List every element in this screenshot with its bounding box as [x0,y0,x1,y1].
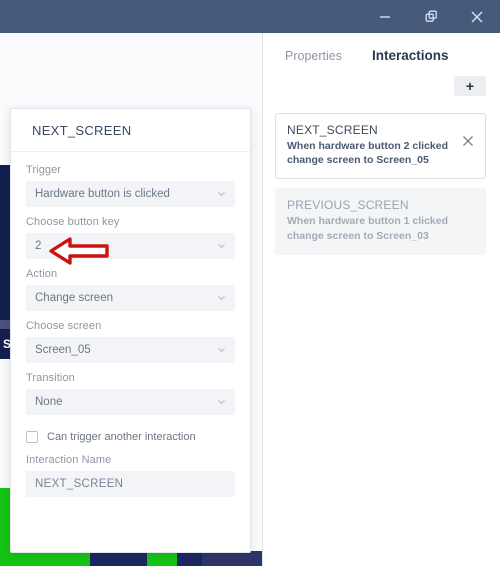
trigger-select[interactable]: Hardware button is clicked [26,181,235,207]
strip-block [202,551,262,566]
interaction-card-title: NEXT_SCREEN [287,123,378,137]
strip-block [147,551,177,566]
transition-select[interactable]: None [26,389,235,415]
chevron-down-icon [216,397,227,408]
interaction-editor-dialog: NEXT_SCREEN Trigger Hardware button is c… [10,108,251,553]
interaction-list: NEXT_SCREEN When hardware button 2 click… [263,96,500,255]
trigger-value: Hardware button is clicked [35,188,170,200]
panel-tabs: Properties Interactions [263,33,500,78]
dialog-body: Trigger Hardware button is clicked Choos… [11,152,250,497]
field-button-key: Choose button key 2 [26,216,235,259]
interaction-name-label: Interaction Name [26,454,112,466]
interaction-card-line2: change screen to Screen_03 [287,229,429,242]
button-key-select[interactable]: 2 [26,233,235,259]
action-select[interactable]: Change screen [26,285,235,311]
add-interaction-row: + [263,76,500,96]
close-icon [469,9,485,25]
tab-interactions[interactable]: Interactions [372,48,449,63]
choose-screen-value: Screen_05 [35,344,91,356]
right-panel: Properties Interactions + NEXT_SCREEN Wh… [263,33,500,566]
device-bottom-strip [0,551,262,566]
interaction-name-input[interactable]: NEXT_SCREEN [26,471,235,497]
chevron-down-icon [216,345,227,356]
field-interaction-name: Interaction Name NEXT_SCREEN [26,454,235,497]
close-button[interactable] [454,0,500,33]
restore-button[interactable] [408,0,454,33]
interaction-card-next-screen[interactable]: NEXT_SCREEN When hardware button 2 click… [275,113,486,180]
add-interaction-button[interactable]: + [454,76,486,96]
can-trigger-label: Can trigger another interaction [47,431,196,443]
interaction-card-line1: When hardware button 2 clicked [287,140,449,152]
interaction-card-title: PREVIOUS_SCREEN [287,198,409,213]
interaction-card-previous-screen[interactable]: PREVIOUS_SCREEN When hardware button 1 c… [275,188,486,255]
interaction-card-line1: When hardware button 1 clicked [287,215,449,228]
delete-interaction-button[interactable] [461,134,475,148]
transition-label: Transition [26,372,75,384]
strip-block [90,551,147,566]
dialog-title: NEXT_SCREEN [32,122,132,138]
tab-properties[interactable]: Properties [285,49,342,63]
restore-icon [424,9,439,24]
field-action: Action Change screen [26,268,235,311]
minimize-button[interactable] [362,0,408,33]
strip-block [0,551,90,566]
button-key-value: 2 [35,240,42,252]
dialog-header: NEXT_SCREEN [11,109,250,152]
chevron-down-icon [216,189,227,200]
app-window: S Properties Interactions + NEXT_SCREEN … [0,0,500,566]
field-choose-screen: Choose screen Screen_05 [26,320,235,363]
field-transition: Transition None [26,372,235,415]
can-trigger-row[interactable]: Can trigger another interaction [26,431,235,443]
choose-screen-select[interactable]: Screen_05 [26,337,235,363]
strip-block [177,551,202,566]
button-key-label: Choose button key [26,216,120,228]
title-bar [0,0,500,33]
action-value: Change screen [35,292,113,304]
chevron-down-icon [216,293,227,304]
interaction-card-line2: change screen to Screen_05 [287,154,429,167]
chevron-down-icon [216,241,227,252]
can-trigger-checkbox[interactable] [26,431,38,443]
minimize-icon [378,10,392,24]
trigger-label: Trigger [26,164,62,176]
action-label: Action [26,268,58,280]
transition-value: None [35,396,63,408]
choose-screen-label: Choose screen [26,320,102,332]
field-trigger: Trigger Hardware button is clicked [26,164,235,207]
